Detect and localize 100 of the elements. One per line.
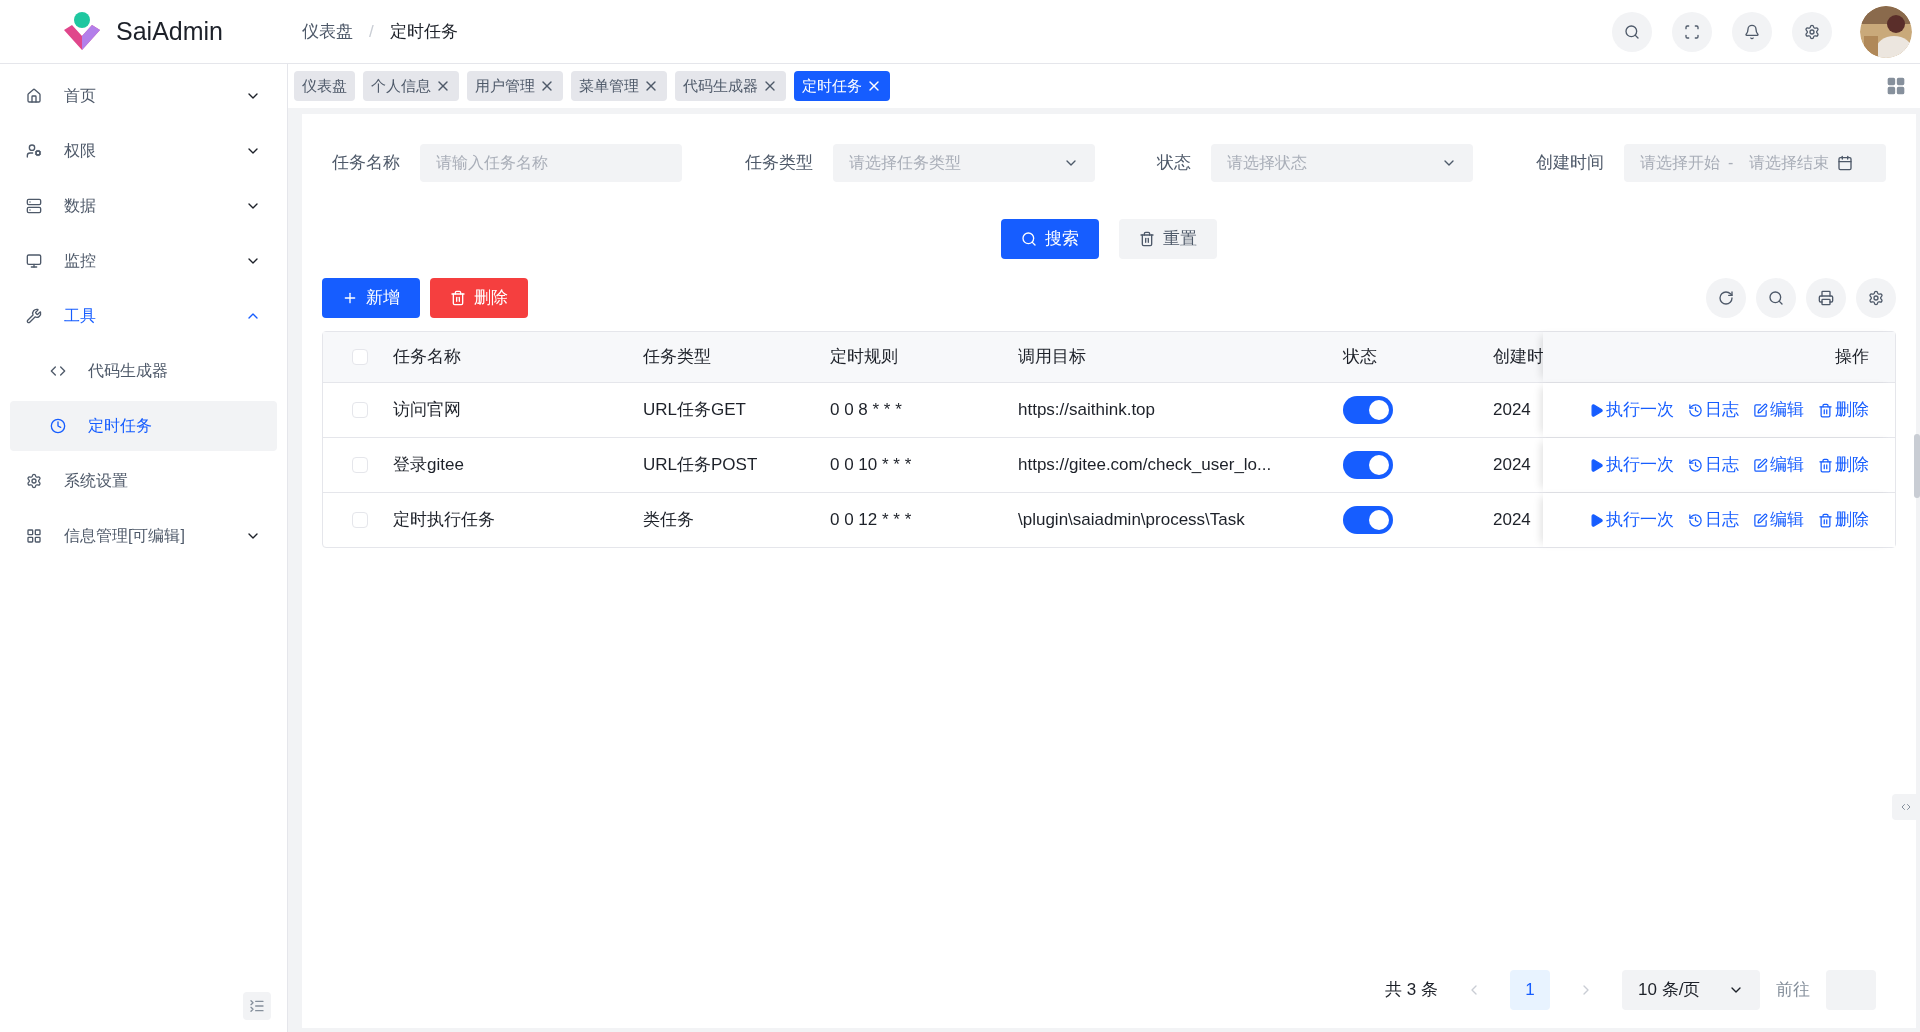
row-action-link[interactable]: 删除	[1818, 397, 1869, 423]
column-header: 创建时	[1493, 347, 1543, 367]
filter-label: 任务名称	[332, 152, 400, 175]
total-count: 共 3 条	[1385, 979, 1438, 1002]
sidebar-item[interactable]: 监控	[10, 235, 277, 286]
settings-icon	[1868, 290, 1884, 306]
search-button[interactable]	[1756, 278, 1796, 318]
page-tab[interactable]: 菜单管理	[571, 71, 667, 101]
delete-button[interactable]: 删除	[430, 278, 528, 318]
trash-icon	[1818, 402, 1833, 418]
breadcrumb-separator: /	[369, 20, 374, 43]
page-tab[interactable]: 个人信息	[363, 71, 459, 101]
table-cell: URL任务GET	[643, 400, 746, 420]
scrollbar-thumb[interactable]	[1914, 434, 1920, 498]
printer-icon	[1818, 290, 1834, 306]
sidebar-label: 数据	[64, 195, 97, 216]
monitor-icon	[26, 252, 42, 269]
sidebar-label: 权限	[64, 140, 97, 161]
row-action-link[interactable]: 删除	[1818, 507, 1869, 533]
row-action-link[interactable]: 删除	[1818, 452, 1869, 478]
row-action-link[interactable]: 执行一次	[1589, 452, 1674, 478]
row-checkbox[interactable]	[352, 349, 368, 365]
table-cell: https://saithink.top	[1018, 400, 1156, 420]
table-cell: 登录gitee	[393, 455, 464, 475]
status-switch[interactable]	[1343, 451, 1393, 479]
row-action-link[interactable]: 执行一次	[1589, 507, 1674, 533]
sidebar-item[interactable]: 定时任务	[10, 400, 277, 451]
wrench-icon	[26, 307, 42, 324]
arrows-icon	[1900, 801, 1912, 813]
page-tab[interactable]: 定时任务	[794, 71, 890, 101]
edit-icon	[1753, 512, 1768, 528]
page-tab[interactable]: 代码生成器	[675, 71, 786, 101]
sidebar-label: 监控	[64, 250, 97, 271]
sidebar-item[interactable]: 信息管理[可编辑]	[10, 510, 277, 561]
page-button[interactable]: 1	[1510, 970, 1550, 1010]
sidebar-label: 系统设置	[64, 470, 129, 491]
goto-label: 前往	[1776, 979, 1810, 1002]
row-action-link[interactable]: 日志	[1688, 397, 1739, 423]
sidebar-item[interactable]: 权限	[10, 125, 277, 176]
row-checkbox[interactable]	[352, 457, 368, 473]
filter-label: 状态	[1157, 152, 1192, 175]
trash-icon	[1139, 231, 1155, 247]
row-action-link[interactable]: 执行一次	[1589, 397, 1674, 423]
settings-button[interactable]	[1792, 11, 1832, 52]
app-title: SaiAdmin	[116, 15, 223, 47]
settings-icon	[1804, 23, 1820, 40]
history-icon	[1688, 457, 1703, 473]
grid-icon[interactable]	[1886, 76, 1906, 96]
column-header: 操作	[1835, 346, 1869, 369]
trash-icon	[1818, 457, 1833, 473]
play-icon	[1589, 512, 1604, 528]
add-button[interactable]: 新增	[322, 278, 420, 318]
search-button[interactable]	[1612, 11, 1652, 52]
row-action-link[interactable]: 编辑	[1753, 507, 1804, 533]
row-checkbox[interactable]	[352, 512, 368, 528]
column-header: 状态	[1343, 347, 1377, 367]
bell-icon	[1744, 23, 1760, 40]
column-header: 定时规则	[830, 347, 898, 367]
history-icon	[1688, 402, 1703, 418]
sidebar-item[interactable]: 工具	[10, 290, 277, 341]
fullscreen-button[interactable]	[1672, 11, 1712, 52]
breadcrumb-item: 定时任务	[389, 20, 458, 43]
row-action-link[interactable]: 日志	[1688, 507, 1739, 533]
collapse-button[interactable]	[243, 992, 271, 1020]
table-cell: 2024	[1493, 400, 1531, 420]
table-cell: 0 0 8 * * *	[830, 400, 902, 420]
row-action-link[interactable]: 编辑	[1753, 397, 1804, 423]
sidebar-item[interactable]: 系统设置	[10, 455, 277, 506]
status-switch[interactable]	[1343, 506, 1393, 534]
settings-icon	[26, 472, 42, 489]
breadcrumb-item[interactable]: 仪表盘	[302, 18, 353, 45]
plus-icon	[342, 290, 358, 306]
page-tab[interactable]: 仪表盘	[294, 71, 355, 101]
table-cell: 2024	[1493, 510, 1531, 530]
reset-button[interactable]: 重置	[1119, 219, 1217, 259]
sidebar-item[interactable]: 首页	[10, 70, 277, 121]
calendar-icon	[1837, 155, 1854, 171]
status-switch[interactable]	[1343, 396, 1393, 424]
grid-icon	[26, 527, 42, 544]
row-checkbox[interactable]	[352, 402, 368, 418]
user-icon	[26, 142, 42, 159]
sidebar-item[interactable]: 代码生成器	[10, 345, 277, 396]
row-action-link[interactable]: 日志	[1688, 452, 1739, 478]
table-cell: 0 0 12 * * *	[830, 510, 912, 530]
refresh-button[interactable]	[1706, 278, 1746, 318]
task-name-field[interactable]: 请输入任务名称	[420, 144, 682, 182]
settings-button[interactable]	[1856, 278, 1896, 318]
search-button[interactable]: 搜索	[1001, 219, 1099, 259]
home-icon	[26, 87, 42, 104]
notification-button[interactable]	[1732, 11, 1772, 52]
clock-icon	[50, 417, 66, 434]
table-cell: \plugin\saiadmin\process\Task	[1018, 510, 1245, 530]
sidebar-item[interactable]: 数据	[10, 180, 277, 231]
page-size-select[interactable]: 10 条/页	[1622, 970, 1760, 1010]
edit-icon	[1753, 457, 1768, 473]
row-action-link[interactable]: 编辑	[1753, 452, 1804, 478]
print-button[interactable]	[1806, 278, 1846, 318]
table-cell: 定时执行任务	[393, 510, 495, 530]
collapse-icon	[249, 998, 265, 1014]
page-tab[interactable]: 用户管理	[467, 71, 563, 101]
